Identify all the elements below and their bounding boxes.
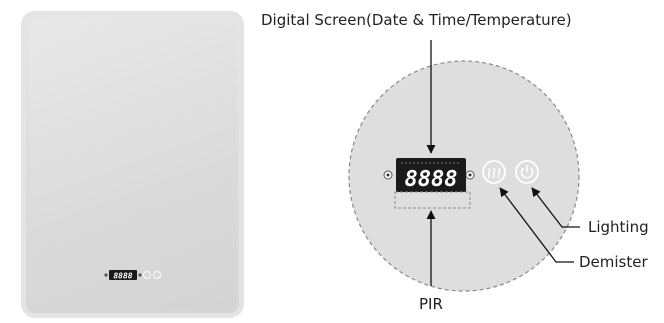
mini-power-icon — [153, 271, 161, 279]
digital-screen: 8888 — [383, 158, 475, 192]
mirror-mini-controls: 8888 — [104, 270, 161, 281]
mini-sensor-dot-left — [104, 273, 108, 277]
sensor-dot-left-core — [386, 173, 390, 177]
pir-label: PIR — [419, 295, 443, 313]
diagram-canvas: 8888 8888 — [104, 40, 580, 292]
lighting-label: Lighting — [588, 218, 649, 236]
display-digits: 8888 — [405, 167, 458, 192]
mini-display-digits: 8888 — [113, 272, 132, 281]
mini-demister-icon — [143, 271, 151, 279]
mini-sensor-dot-right — [138, 273, 142, 277]
sensor-dot-right-core — [468, 173, 472, 177]
demister-label: Demister — [579, 253, 648, 271]
digital-screen-label: Digital Screen(Date & Time/Temperature) — [261, 11, 572, 29]
